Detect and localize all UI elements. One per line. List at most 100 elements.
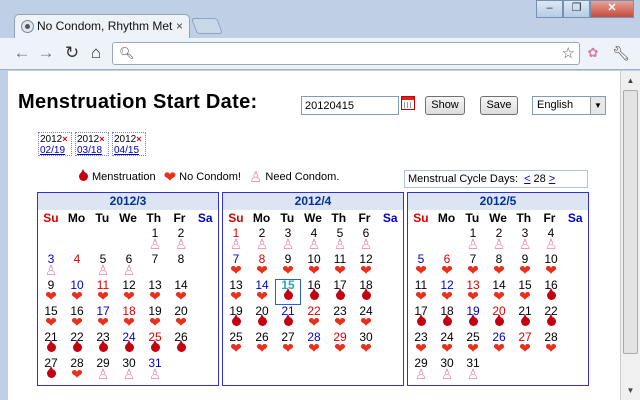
day-cell[interactable]: 8 ❤ [486,253,512,279]
day-cell[interactable]: 23 [90,331,116,357]
day-cell[interactable]: 26 ❤ [486,331,512,357]
day-cell[interactable]: 19 [460,305,486,331]
day-cell[interactable]: 9 ❤ [38,279,64,305]
forward-icon[interactable]: → [36,43,56,63]
cycle-increase-link[interactable]: > [549,173,555,185]
day-cell[interactable]: 24 ❤ [353,305,379,331]
day-cell[interactable]: 12 ❤ [116,279,142,305]
day-cell[interactable]: 3 ♙ [38,253,64,279]
day-cell[interactable]: 27 ❤ [275,331,301,357]
day-cell[interactable]: 16 [538,279,564,305]
day-cell[interactable]: 17 [408,305,434,331]
day-cell[interactable]: 6 ❤ [434,253,460,279]
day-cell[interactable]: 26 [168,331,194,357]
day-cell[interactable]: 5 ♙ [90,253,116,279]
minimize-button[interactable]: – [536,0,563,18]
day-cell[interactable]: 16 [301,279,327,305]
day-cell[interactable]: 21 [275,305,301,331]
day-cell[interactable]: 24 ❤ [434,331,460,357]
day-cell[interactable]: 4 ♙ [301,227,327,253]
history-date-link[interactable]: 04/15 [114,145,139,156]
wrench-icon[interactable]: 🔧︎ [612,44,630,62]
day-cell[interactable]: 29 ❤ [327,331,353,357]
day-cell[interactable]: 12 ❤ [434,279,460,305]
remove-history-icon[interactable]: × [62,134,67,144]
day-cell[interactable]: 14 ❤ [249,279,275,305]
day-cell[interactable]: 14 ❤ [486,279,512,305]
day-cell[interactable]: 9 ❤ [275,253,301,279]
day-cell[interactable]: 2 ♙ [486,227,512,253]
day-cell[interactable]: 17 ❤ [90,305,116,331]
day-cell[interactable]: 28 ❤ [538,331,564,357]
day-cell[interactable]: 29 ♙ [408,357,434,383]
vertical-scrollbar[interactable]: ▲ ▼ [620,71,640,400]
home-icon[interactable]: ⌂ [86,43,106,63]
day-cell[interactable]: 8 [168,253,194,279]
day-cell[interactable]: 23 ❤ [327,305,353,331]
day-cell[interactable]: 7 [142,253,168,279]
day-cell[interactable]: 2 ♙ [249,227,275,253]
remove-history-icon[interactable]: × [99,134,104,144]
day-cell[interactable]: 15 ❤ [38,305,64,331]
cycle-decrease-link[interactable]: < [524,173,530,185]
day-cell[interactable]: 20 ❤ [168,305,194,331]
close-tab-icon[interactable]: × [176,15,183,37]
day-cell[interactable]: 20 [249,305,275,331]
day-cell[interactable]: 10 ❤ [64,279,90,305]
day-cell[interactable]: 25 ❤ [223,331,249,357]
day-cell[interactable]: 30 ♙ [116,357,142,383]
scrollbar-thumb[interactable] [623,90,638,354]
scroll-down-icon[interactable]: ▼ [623,383,638,398]
browser-tab[interactable]: No Condom, Rhythm Met × [14,14,190,38]
day-cell[interactable]: 13 ❤ [142,279,168,305]
show-button[interactable]: Show [425,96,465,115]
day-cell[interactable]: 13 ❤ [223,279,249,305]
day-cell[interactable]: 13 ❤ [460,279,486,305]
day-cell[interactable]: 30 ❤ [353,331,379,357]
day-cell[interactable]: 31 ♙ [460,357,486,383]
day-cell[interactable]: 30 ♙ [434,357,460,383]
day-cell[interactable]: 14 ❤ [168,279,194,305]
day-cell[interactable]: 12 ❤ [353,253,379,279]
day-cell[interactable]: 21 [38,331,64,357]
day-cell[interactable]: 25 [142,331,168,357]
day-cell[interactable]: 31 ♙ [142,357,168,383]
back-icon[interactable]: ← [12,43,32,63]
day-cell[interactable]: 20 [486,305,512,331]
calendar-icon[interactable] [401,96,415,110]
language-select[interactable]: English ▼ [532,96,606,115]
history-date-link[interactable]: 02/19 [40,145,65,156]
close-window-button[interactable]: ✕ [590,0,634,18]
day-cell[interactable]: 27 [38,357,64,383]
day-cell[interactable]: 19 [223,305,249,331]
day-cell[interactable]: 4 ♙ [538,227,564,253]
start-date-input[interactable] [301,96,399,115]
remove-history-icon[interactable]: × [136,134,141,144]
day-cell[interactable]: 10 ❤ [301,253,327,279]
day-cell[interactable]: 18 [434,305,460,331]
reload-icon[interactable]: ↻ [62,43,82,63]
day-cell[interactable]: 21 [512,305,538,331]
bookmark-star-icon[interactable]: ☆ [562,44,575,62]
history-date-link[interactable]: 03/18 [77,145,102,156]
day-cell[interactable]: 6 ♙ [116,253,142,279]
extension-condom-icon[interactable]: ✿ [584,43,602,63]
day-cell[interactable]: 17 [327,279,353,305]
day-cell[interactable]: 1 ♙ [460,227,486,253]
day-cell[interactable]: 11 ❤ [90,279,116,305]
new-tab-button[interactable] [191,18,223,34]
day-cell[interactable]: 7 ❤ [223,253,249,279]
day-cell[interactable]: 3 ♙ [512,227,538,253]
day-cell[interactable]: 16 ❤ [64,305,90,331]
scroll-up-icon[interactable]: ▲ [623,73,638,88]
day-cell[interactable]: 25 ❤ [460,331,486,357]
day-cell[interactable]: 8 ❤ [249,253,275,279]
day-cell[interactable]: 5 ❤ [408,253,434,279]
day-cell[interactable]: 1 ♙ [142,227,168,253]
day-cell[interactable]: 27 ❤ [512,331,538,357]
day-cell[interactable]: 15 [275,279,301,305]
day-cell[interactable]: 28 ❤ [301,331,327,357]
address-bar[interactable]: 🔍︎ ☆ [112,42,580,65]
day-cell[interactable]: 23 ❤ [408,331,434,357]
day-cell[interactable]: 19 ❤ [142,305,168,331]
